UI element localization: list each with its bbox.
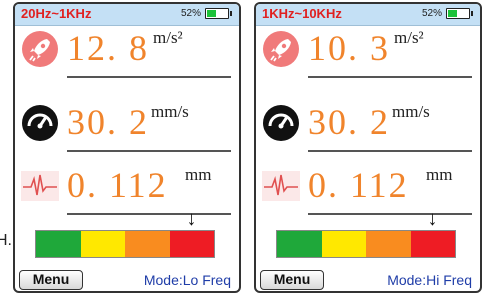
- displacement-row: 0. 112 mm: [256, 165, 480, 217]
- cropped-text: H.: [0, 232, 12, 249]
- level-segment-red: [169, 231, 214, 257]
- velocity-value: 30. 2: [67, 102, 149, 142]
- battery-percent: 52%: [180, 8, 201, 19]
- status-header: 1KHz~10KHz 52%: [256, 4, 480, 26]
- velocity-underline: [67, 150, 231, 152]
- waveform-icon: [21, 171, 59, 201]
- displacement-unit: mm: [185, 165, 212, 184]
- displacement-value: 0. 112: [67, 165, 168, 205]
- velocity-row: 30. 2 mm/s: [15, 102, 239, 154]
- velocity-unit: mm/s: [392, 102, 430, 121]
- frequency-range: 1KHz~10KHz: [262, 6, 342, 21]
- displacement-underline: [308, 213, 472, 215]
- level-segment-yellow: [80, 231, 125, 257]
- battery-level-fill: [207, 10, 217, 17]
- rocket-icon: [22, 31, 58, 67]
- velocity-unit: mm/s: [151, 102, 189, 121]
- velocity-underline: [308, 150, 472, 152]
- acceleration-underline: [67, 76, 231, 78]
- displacement-value: 0. 112: [308, 165, 409, 205]
- vibration-level-bar: [35, 230, 215, 258]
- acceleration-row: 12. 8 m/s²: [15, 28, 239, 80]
- frequency-range: 20Hz~1KHz: [21, 6, 92, 21]
- acceleration-underline: [308, 76, 472, 78]
- waveform-icon: [262, 171, 300, 201]
- meter-screen-hi-freq: 1KHz~10KHz 52% 10. 3 m/s² 30. 2 mm/s 0. …: [254, 2, 482, 293]
- gauge-icon: [22, 105, 58, 141]
- mode-label: Mode:Hi Freq: [387, 272, 472, 288]
- displacement-row: 0. 112 mm: [15, 165, 239, 217]
- battery-icon: [446, 8, 473, 19]
- acceleration-unit: m/s²: [394, 28, 424, 47]
- mode-label: Mode:Lo Freq: [143, 272, 231, 288]
- level-segment-green: [277, 231, 322, 257]
- rocket-icon: [263, 31, 299, 67]
- acceleration-value: 10. 3: [308, 28, 390, 68]
- down-arrow-icon: ↓: [186, 208, 197, 230]
- battery-percent: 52%: [421, 8, 442, 19]
- displacement-unit: mm: [426, 165, 453, 184]
- vibration-level-bar: [276, 230, 456, 258]
- level-segment-green: [36, 231, 81, 257]
- meter-screen-lo-freq: 20Hz~1KHz 52% 12. 8 m/s² 30. 2 mm/s 0. 1…: [13, 2, 241, 293]
- displacement-underline: [67, 213, 231, 215]
- velocity-row: 30. 2 mm/s: [256, 102, 480, 154]
- acceleration-unit: m/s²: [153, 28, 183, 47]
- level-segment-yellow: [321, 231, 366, 257]
- gauge-icon: [263, 105, 299, 141]
- menu-button[interactable]: Menu: [19, 270, 83, 290]
- menu-button[interactable]: Menu: [260, 270, 324, 290]
- level-segment-red: [410, 231, 455, 257]
- battery-level-fill: [448, 10, 458, 17]
- acceleration-row: 10. 3 m/s²: [256, 28, 480, 80]
- level-segment-orange: [366, 231, 411, 257]
- down-arrow-icon: ↓: [427, 208, 438, 230]
- battery-icon: [205, 8, 232, 19]
- level-segment-orange: [125, 231, 170, 257]
- acceleration-value: 12. 8: [67, 28, 149, 68]
- status-header: 20Hz~1KHz 52%: [15, 4, 239, 26]
- velocity-value: 30. 2: [308, 102, 390, 142]
